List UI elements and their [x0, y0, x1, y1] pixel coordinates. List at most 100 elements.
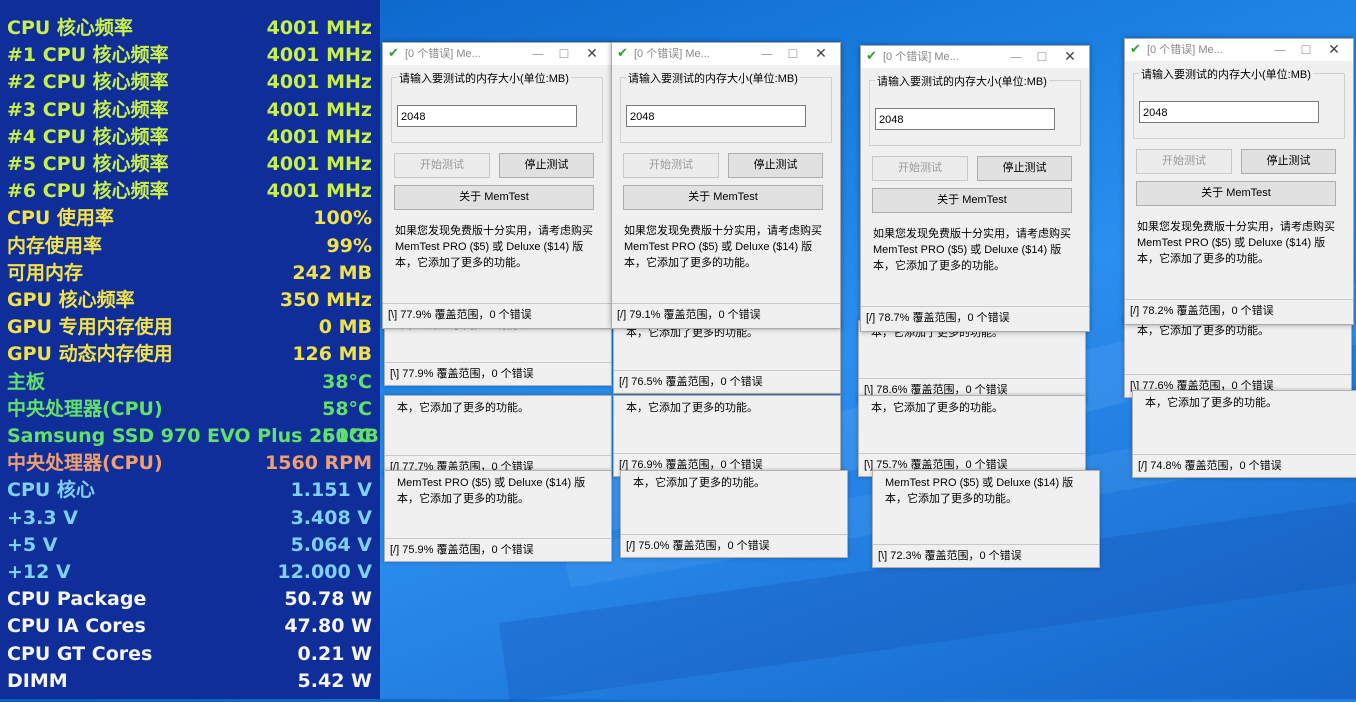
window-title: [0 个错误] Me...	[883, 51, 959, 63]
osd-value: 242 MB	[292, 261, 372, 284]
memtest-app-icon: ✔	[866, 49, 877, 64]
memtest-window[interactable]: ✔ [0 个错误] Me... — ☐ ✕ 请输入要测试的内存大小(单位:MB) 2048 开…	[860, 45, 1090, 332]
memory-size-input[interactable]: 2048	[1139, 101, 1319, 123]
window-titlebar[interactable]: ✔ [0 个错误] Me... — ☐ ✕	[383, 43, 611, 65]
maximize-button[interactable]: ☐	[780, 45, 806, 63]
memtest-info-text: 本，它添加了更多的功能。	[626, 402, 758, 414]
osd-row: #1 CPU 核心频率 4001 MHz	[0, 42, 380, 69]
start-test-button[interactable]: 开始测试	[394, 153, 490, 178]
close-button[interactable]: ✕	[579, 45, 605, 63]
memtest-window[interactable]: ✔ [0 个错误] Me... — ☐ ✕ 请输入要测试的内存大小(单位:MB) 2048 开…	[1124, 38, 1354, 325]
osd-value: 4001 MHz	[266, 180, 372, 203]
osd-value: 38°C	[322, 370, 372, 393]
osd-row: GPU 动态内存使用 126 MB	[0, 341, 380, 368]
osd-value: 1.151 V	[290, 479, 372, 502]
stop-test-button[interactable]: 停止测试	[728, 153, 823, 178]
memtest-status-bar: [/] 78.7% 覆盖范围，0 个错误	[861, 306, 1089, 329]
memory-size-input[interactable]: 2048	[875, 108, 1055, 130]
memtest-window[interactable]: ✔ [0 个错误] Me... — ☐ ✕ 请输入要测试的内存大小(单位:MB) 2048 开…	[611, 42, 841, 329]
osd-label: +5 V	[7, 533, 58, 556]
osd-value: 5.064 V	[290, 533, 372, 556]
memory-size-label: 请输入要测试的内存大小(单位:MB)	[397, 70, 571, 86]
memtest-status-text: [/] 75.9% 覆盖范围，0 个错误	[390, 544, 534, 556]
osd-row: +5 V 5.064 V	[0, 532, 380, 559]
memtest-info-text: MemTest PRO ($5) 或 Deluxe ($14) 版本，它添加了更…	[397, 477, 586, 505]
osd-row: +3.3 V 3.408 V	[0, 505, 380, 532]
osd-label: #6 CPU 核心频率	[7, 180, 169, 203]
about-memtest-button[interactable]: 关于 MemTest	[1136, 181, 1336, 206]
osd-value: 99%	[326, 234, 372, 257]
minimize-button[interactable]: —	[754, 45, 780, 63]
window-titlebar[interactable]: ✔ [0 个错误] Me... — ☐ ✕	[612, 43, 840, 65]
stop-test-button[interactable]: 停止测试	[499, 153, 594, 178]
osd-row: 内存使用率 99%	[0, 233, 380, 260]
osd-value: 47.80 W	[284, 615, 372, 638]
osd-label: CPU 核心频率	[7, 17, 133, 39]
memory-size-label: 请输入要测试的内存大小(单位:MB)	[626, 70, 800, 86]
osd-row: GPU 核心频率 350 MHz	[0, 287, 380, 314]
about-memtest-button[interactable]: 关于 MemTest	[394, 185, 594, 210]
close-button[interactable]: ✕	[808, 45, 834, 63]
memtest-window-fragment: MemTest PRO ($5) 或 Deluxe ($14) 版本，它添加了更…	[872, 470, 1100, 568]
osd-label: CPU Package	[7, 588, 147, 611]
osd-value: 0 MB	[318, 316, 372, 339]
memtest-status-text: [/] 78.7% 覆盖范围，0 个错误	[866, 312, 1010, 324]
close-button[interactable]: ✕	[1321, 41, 1347, 59]
start-test-button[interactable]: 开始测试	[1136, 149, 1232, 174]
memtest-status-text: [/] 75.0% 覆盖范围，0 个错误	[626, 540, 770, 552]
memtest-status-bar: [/] 76.5% 覆盖范围，0 个错误	[614, 370, 840, 393]
osd-value: 4001 MHz	[266, 125, 372, 148]
osd-label: GPU 专用内存使用	[7, 316, 173, 339]
osd-row: #4 CPU 核心频率 4001 MHz	[0, 124, 380, 151]
osd-value: 5.42 W	[297, 669, 372, 692]
minimize-button[interactable]: —	[525, 45, 551, 63]
memtest-window-fragment: 本，它添加了更多的功能。 [\] 78.6% 覆盖范围，0 个错误	[858, 320, 1086, 402]
osd-label: #1 CPU 核心频率	[7, 44, 169, 67]
osd-label: +12 V	[7, 561, 71, 583]
start-test-button[interactable]: 开始测试	[872, 156, 968, 181]
memtest-window-fragment: 本，它添加了更多的功能。 [/] 77.7% 覆盖范围，0 个错误	[384, 395, 612, 479]
memory-size-input[interactable]: 2048	[626, 105, 806, 127]
memtest-status-bar: [\] 72.3% 覆盖范围，0 个错误	[873, 544, 1099, 567]
maximize-button[interactable]: ☐	[551, 45, 577, 63]
close-button[interactable]: ✕	[1057, 48, 1083, 66]
window-titlebar[interactable]: ✔ [0 个错误] Me... — ☐ ✕	[1125, 39, 1353, 61]
osd-label: CPU 使用率	[7, 207, 114, 230]
osd-value: 1560 RPM	[265, 452, 372, 475]
osd-label: CPU 核心	[7, 479, 95, 502]
minimize-button[interactable]: —	[1267, 41, 1293, 59]
osd-label: GPU 动态内存使用	[7, 343, 173, 366]
osd-row: 可用内存 242 MB	[0, 260, 380, 287]
memory-size-input[interactable]: 2048	[397, 105, 577, 127]
osd-row: CPU IA Cores 47.80 W	[0, 613, 380, 640]
memtest-info-text: MemTest PRO ($5) 或 Deluxe ($14) 版本，它添加了更…	[885, 477, 1074, 505]
osd-value: 4001 MHz	[266, 17, 372, 39]
memtest-window-fragment: 本，它添加了更多的功能。 [/] 74.8% 覆盖范围，0 个错误	[1132, 390, 1356, 478]
osd-value: 126 MB	[292, 343, 372, 366]
maximize-button[interactable]: ☐	[1029, 48, 1055, 66]
memtest-info-text: 本，它添加了更多的功能。	[397, 402, 529, 414]
memtest-status-bar: [\] 77.9% 覆盖范围，0 个错误	[385, 362, 611, 385]
about-memtest-button[interactable]: 关于 MemTest	[623, 185, 823, 210]
minimize-button[interactable]: —	[1003, 48, 1029, 66]
maximize-button[interactable]: ☐	[1293, 41, 1319, 59]
start-test-button[interactable]: 开始测试	[623, 153, 719, 178]
osd-value: 4001 MHz	[266, 98, 372, 121]
about-memtest-button[interactable]: 关于 MemTest	[872, 188, 1072, 213]
osd-row: #3 CPU 核心频率 4001 MHz	[0, 97, 380, 124]
osd-row: DIMM 5.42 W	[0, 668, 380, 695]
memtest-window[interactable]: ✔ [0 个错误] Me... — ☐ ✕ 请输入要测试的内存大小(单位:MB) 2048 开…	[382, 42, 612, 329]
osd-label: CPU GT Cores	[7, 642, 153, 665]
stop-test-button[interactable]: 停止测试	[977, 156, 1072, 181]
memtest-window-fragment: MemTest PRO ($5) 或 Deluxe ($14) 版本，它添加了更…	[384, 470, 612, 562]
osd-value: 50.78 W	[284, 588, 372, 611]
osd-label: GPU 核心频率	[7, 289, 135, 311]
osd-row: Samsung SSD 970 EVO Plus 250GB 61°C	[0, 423, 380, 450]
stop-test-button[interactable]: 停止测试	[1241, 149, 1336, 174]
memtest-window-fragment: 本，它添加了更多的功能。 [\] 77.6% 覆盖范围，0 个错误	[1124, 318, 1352, 398]
memtest-status-text: [\] 77.9% 覆盖范围，0 个错误	[388, 309, 532, 321]
osd-label: CPU IA Cores	[7, 615, 146, 638]
memtest-status-bar: [\] 77.9% 覆盖范围，0 个错误	[383, 303, 611, 326]
window-titlebar[interactable]: ✔ [0 个错误] Me... — ☐ ✕	[861, 46, 1089, 68]
osd-label: 内存使用率	[7, 234, 103, 257]
